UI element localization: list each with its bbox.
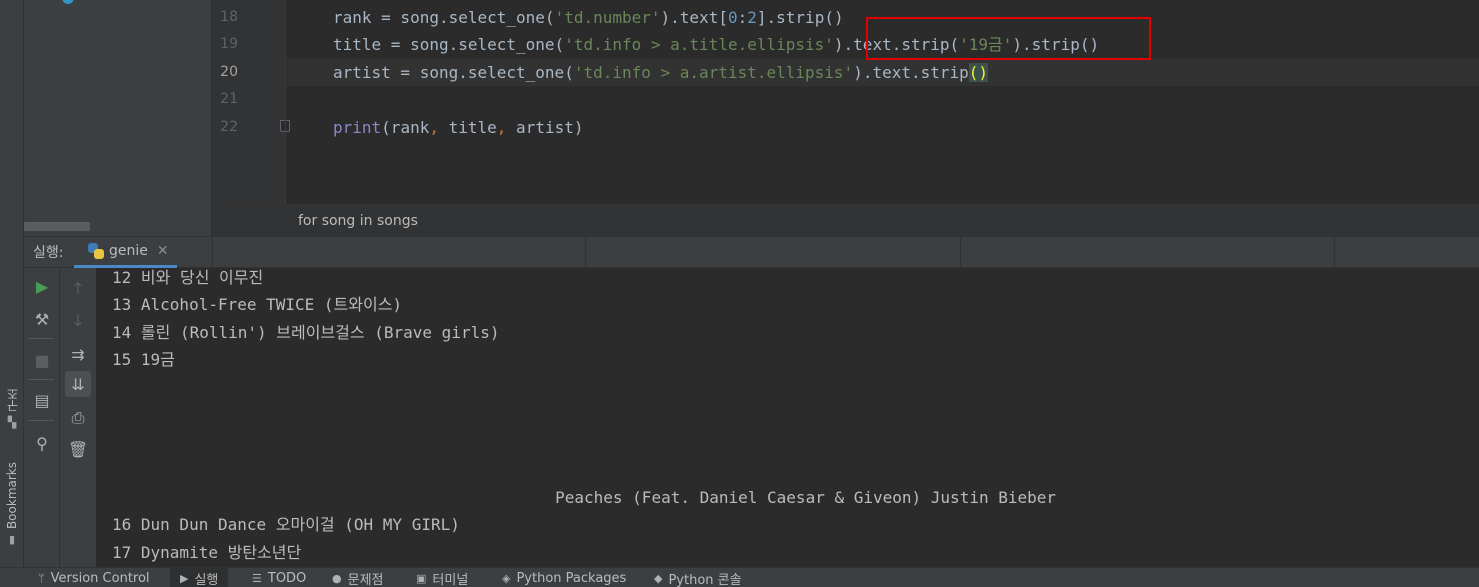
line-number: 20 (220, 64, 238, 80)
scroll-to-end-icon[interactable]: ⇊ (65, 371, 91, 397)
tab-problems[interactable]: ● 문제점 (322, 568, 394, 587)
bookmarks-tab[interactable]: Bookmarks ▮ (2, 462, 22, 546)
console-line: 12 비와 당신 이무진 (112, 268, 264, 287)
run-config-tab-label: genie (109, 243, 148, 259)
bookmarks-tab-label: Bookmarks (5, 462, 19, 530)
branch-icon: ᛘ (38, 571, 45, 585)
run-icon: ▶ (180, 571, 189, 585)
stop-icon[interactable]: ■ (29, 347, 55, 373)
console-line: 15 19금 (112, 350, 175, 369)
project-tree-item[interactable] (108, 0, 218, 4)
line-number: 22 (220, 119, 238, 135)
up-arrow-icon[interactable]: ↑ (65, 275, 91, 301)
close-icon[interactable]: ✕ (157, 243, 169, 259)
header-divider (1334, 237, 1335, 268)
header-divider (960, 237, 961, 268)
breadcrumb[interactable]: for song in songs (212, 204, 1479, 236)
run-toolbar: ▶ ↑ ⚒ ↓ ■ ⇉ ▤ ⇊ ⎙ ⚲ 🗑 (24, 268, 96, 567)
line-number: 21 (220, 91, 238, 107)
tab-todo[interactable]: ☰ TODO (242, 568, 316, 587)
run-config-tab[interactable]: genie ✕ (74, 237, 177, 268)
structure-tab[interactable]: 구조 ▚ (2, 388, 22, 429)
toolbar-separator (28, 379, 54, 380)
wrench-icon[interactable]: ⚒ (29, 306, 55, 332)
tab-terminal[interactable]: ▣ 터미널 (406, 568, 478, 587)
header-divider (212, 237, 213, 268)
console-line: 16 Dun Dun Dance 오마이걸 (OH MY GIRL) (112, 515, 460, 534)
toolbar-divider (59, 268, 60, 567)
console-line: Peaches (Feat. Daniel Caesar & Giveon) J… (112, 488, 1057, 507)
pin-icon[interactable]: ⚲ (29, 430, 55, 456)
annotation-highlight-box (866, 17, 1151, 60)
toolbar-separator (28, 420, 54, 421)
line-number: 19 (220, 36, 238, 52)
run-icon[interactable]: ▶ (29, 273, 55, 299)
python-icon: ◆ (654, 571, 663, 585)
print-icon[interactable]: ⎙ (65, 405, 91, 431)
tab-label: Version Control (50, 570, 150, 586)
console-output[interactable]: 12 비와 당신 이무진 13 Alcohol-Free TWICE (트와이스… (96, 268, 1479, 567)
run-panel-label: 실행: (33, 245, 64, 261)
tab-run[interactable]: ▶ 실행 (170, 568, 229, 587)
list-icon: ☰ (252, 571, 262, 585)
structure-tab-label: 구조 (5, 388, 20, 412)
warning-icon: ● (332, 571, 342, 585)
toolbar-separator (28, 338, 54, 339)
tab-label: 문제점 (347, 572, 384, 587)
layout-icon[interactable]: ▤ (29, 387, 55, 413)
project-panel-scrollbar[interactable] (24, 222, 90, 231)
console-line: 13 Alcohol-Free TWICE (트와이스) (112, 295, 403, 314)
header-divider (585, 237, 586, 268)
trash-icon[interactable]: 🗑 (65, 436, 91, 462)
console-line: 14 롤린 (Rollin') 브레이브걸스 (Brave girls) (112, 323, 500, 342)
tab-label: 터미널 (432, 572, 469, 587)
code-line-22[interactable]: print(rank, title, artist) (333, 114, 1479, 141)
code-line-21[interactable] (333, 86, 1479, 113)
packages-icon: ◈ (502, 571, 511, 585)
tab-version-control[interactable]: ᛘ Version Control (28, 568, 160, 587)
indent-guide (285, 0, 286, 204)
tab-label: 실행 (194, 572, 219, 587)
tab-label: TODO (267, 570, 307, 586)
python-file-icon (62, 0, 74, 4)
soft-wrap-icon[interactable]: ⇉ (65, 341, 91, 367)
bottom-tool-bar: ᛘ Version Control ▶ 실행 ☰ TODO ● 문제점 ▣ 터미… (0, 567, 1479, 587)
structure-icon: ▚ (7, 416, 17, 429)
console-line: 17 Dynamite 방탄소년단 (112, 543, 302, 562)
line-number: 18 (220, 9, 238, 25)
project-panel (24, 0, 212, 236)
tab-python-packages[interactable]: ◈ Python Packages (492, 568, 636, 587)
code-line-20[interactable]: artist = song.select_one('td.info > a.ar… (287, 59, 1479, 86)
left-tool-strip: 구조 ▚ Bookmarks ▮ (0, 0, 24, 567)
tab-label: Python Packages (516, 570, 627, 586)
down-arrow-icon[interactable]: ↓ (65, 307, 91, 333)
run-panel-header: 실행: genie ✕ (24, 236, 1479, 268)
python-icon (88, 243, 104, 259)
code-editor[interactable]: 18 19 20 21 22 rank = song.select_one('t… (212, 0, 1479, 236)
tab-python-console[interactable]: ◆ Python 콘솔 (644, 568, 752, 587)
breadcrumb-item[interactable]: for song in songs (298, 213, 418, 229)
line-number-gutter: 18 19 20 21 22 (212, 0, 290, 204)
tab-label: Python 콘솔 (668, 572, 742, 587)
bookmark-icon: ▮ (8, 533, 16, 547)
terminal-icon: ▣ (416, 571, 427, 585)
